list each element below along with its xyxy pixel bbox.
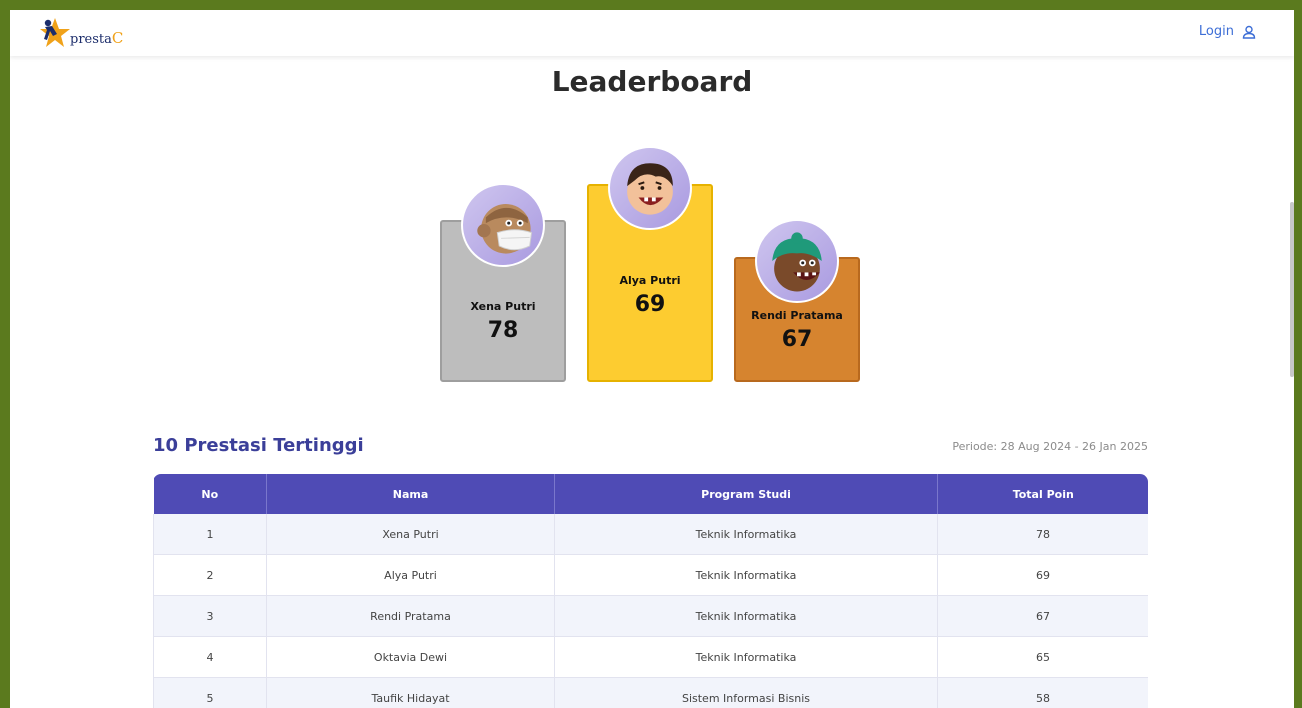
avatar-first [608,146,692,230]
cell-no: 1 [153,514,267,555]
leaderboard-table: No Nama Program Studi Total Poin 1 Xena … [153,474,1148,708]
navbar: prestaC Login [10,10,1294,56]
podium-second-name: Xena Putri [470,300,536,313]
star-person-logo-icon [40,18,70,47]
podium-first-score: 69 [634,292,666,317]
cell-program-studi: Teknik Informatika [554,595,938,637]
cell-nama: Oktavia Dewi [266,636,555,678]
podium-second-score: 78 [487,318,519,343]
column-header-program-studi: Program Studi [554,474,938,514]
avatar-third [755,219,839,303]
cell-nama: Alya Putri [266,554,555,596]
column-header-no: No [153,474,267,514]
cell-no: 3 [153,595,267,637]
cell-no: 2 [153,554,267,596]
turban-person-avatar-icon [772,232,822,292]
cell-nama: Taufik Hidayat [266,677,555,708]
cell-program-studi: Teknik Informatika [554,514,938,555]
section-title: 10 Prestasi Tertinggi [153,435,364,456]
podium-first-name: Alya Putri [619,274,681,287]
cell-total-poin: 65 [937,636,1148,678]
podium-third-score: 67 [781,327,813,352]
periode-label: Periode: 28 Aug 2024 - 26 Jan 2025 [952,440,1148,453]
column-header-total-poin: Total Poin [937,474,1148,514]
user-icon [1242,25,1256,39]
page-title: Leaderboard [551,65,753,98]
laughing-boy-avatar-icon [627,163,673,215]
table-header-row: No Nama Program Studi Total Poin [153,474,1148,514]
cell-nama: Xena Putri [266,514,555,555]
cell-total-poin: 58 [937,677,1148,708]
cell-program-studi: Teknik Informatika [554,636,938,678]
cell-total-poin: 67 [937,595,1148,637]
cell-no: 5 [153,677,267,708]
table-row: 3 Rendi Pratama Teknik Informatika 67 [153,595,1148,637]
page-frame: prestaC Login Leaderboard Xena Putri 78 … [10,10,1294,708]
login-label: Login [1198,24,1234,39]
cell-no: 4 [153,636,267,678]
avatar-second [461,183,545,267]
cell-nama: Rendi Pratama [266,595,555,637]
cell-total-poin: 69 [937,554,1148,596]
table-row: 4 Oktavia Dewi Teknik Informatika 65 [153,636,1148,678]
table-row: 1 Xena Putri Teknik Informatika 78 [153,514,1148,555]
podium-third-name: Rendi Pratama [751,309,843,322]
column-header-nama: Nama [266,474,555,514]
table-row: 5 Taufik Hidayat Sistem Informasi Bisnis… [153,677,1148,708]
table-row: 2 Alya Putri Teknik Informatika 69 [153,554,1148,596]
cell-total-poin: 78 [937,514,1148,555]
cell-program-studi: Teknik Informatika [554,554,938,596]
login-button[interactable]: Login [1199,24,1256,39]
brand-name: prestaC [70,29,124,47]
brand-logo[interactable]: prestaC [38,14,123,52]
masked-person-avatar-icon [477,204,533,254]
vertical-scrollbar[interactable] [1290,202,1294,377]
cell-program-studi: Sistem Informasi Bisnis [554,677,938,708]
